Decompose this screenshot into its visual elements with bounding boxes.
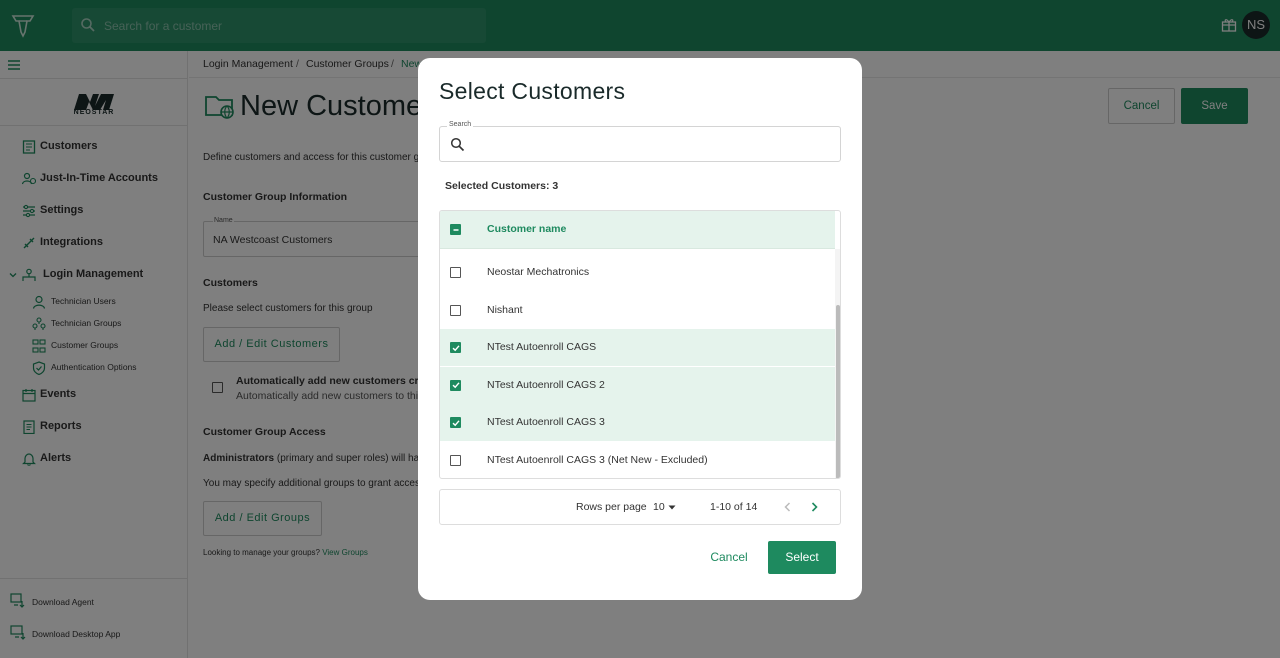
chevron-right-icon[interactable] [808,500,820,514]
row-checkbox[interactable] [450,454,461,466]
select-all-checkbox[interactable] [450,224,461,235]
checkmark-icon [452,382,460,389]
page-range: 1-10 of 14 [710,501,758,513]
dialog-search-label: Search [447,121,474,128]
dialog-search-field: Search [439,121,841,162]
customer-name-cell: NTest Autoenroll CAGS 3 (Net New - Exclu… [487,453,708,466]
table-header: Customer name [440,211,835,249]
table-row[interactable]: Nishant [440,292,835,329]
column-header-customer-name[interactable]: Customer name [487,223,566,235]
table-row[interactable]: NTest Autoenroll CAGS [440,329,835,366]
dialog-search-input[interactable] [472,131,832,159]
checkmark-icon [452,419,460,426]
table-row[interactable]: NTest Autoenroll CAGS 3 [440,404,835,441]
table-row[interactable]: NTest Autoenroll CAGS 2 [440,366,835,404]
table-pagination: Rows per page 10 1-10 of 14 [439,489,841,525]
customer-name-cell: NTest Autoenroll CAGS 3 [487,416,605,428]
chevron-left-icon[interactable] [782,500,794,514]
selected-count: Selected Customers: 3 [445,180,559,192]
rows-per-page-label: Rows per page [576,501,647,513]
row-checkbox[interactable] [450,267,461,278]
rows-per-page-select[interactable]: 10 [653,501,665,513]
row-checkbox[interactable] [450,417,461,428]
dropdown-arrow-icon[interactable] [668,505,676,510]
row-checkbox[interactable] [450,304,461,316]
customer-name-cell: Nishant [487,303,523,316]
row-checkbox[interactable] [450,342,461,353]
search-icon [450,137,465,152]
customer-name-cell: NTest Autoenroll CAGS [487,341,597,353]
indeterminate-icon [453,228,458,231]
dialog-cancel-button[interactable]: Cancel [699,541,759,573]
customer-name-cell: Neostar Mechatronics [487,266,590,278]
select-customers-dialog: Select Customers Search Selected Custome… [418,58,862,600]
customer-name-cell: NTest Autoenroll CAGS 2 [487,378,605,391]
customer-table: Customer name Neostar Mechatronics Nishan… [439,210,841,479]
row-checkbox[interactable] [450,379,461,391]
table-row[interactable]: Neostar Mechatronics [440,254,835,291]
table-scrollbar-thumb[interactable] [836,305,840,478]
dialog-select-button[interactable]: Select [768,541,836,574]
checkmark-icon [452,344,460,351]
table-row[interactable]: NTest Autoenroll CAGS 3 (Net New - Exclu… [440,442,835,479]
dialog-title: Select Customers [439,78,626,104]
